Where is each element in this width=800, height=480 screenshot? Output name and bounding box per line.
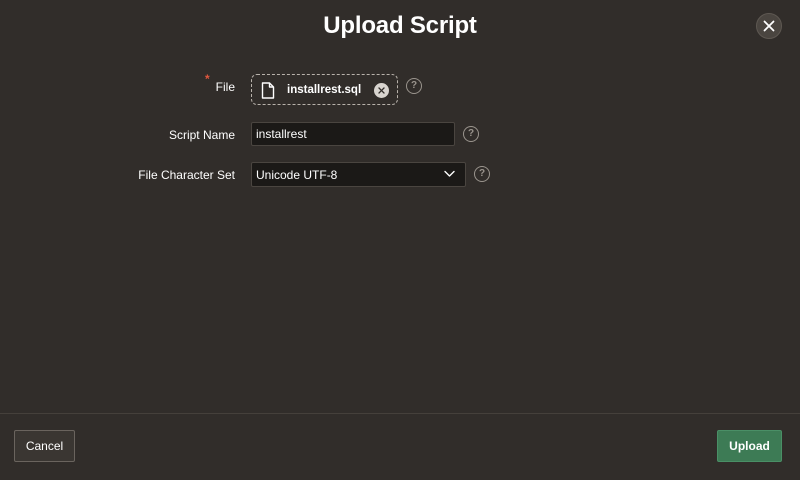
charset-help-icon[interactable]: ? [474, 166, 490, 182]
close-button[interactable] [756, 13, 782, 39]
file-icon [261, 82, 275, 99]
required-marker: * [205, 72, 210, 86]
remove-icon [378, 87, 385, 94]
file-help-icon[interactable]: ? [406, 78, 422, 94]
close-icon [763, 20, 775, 32]
chevron-down-icon [444, 170, 455, 177]
cancel-button[interactable]: Cancel [14, 430, 75, 462]
charset-select[interactable]: Unicode UTF-8 [251, 162, 466, 187]
script-name-help-icon[interactable]: ? [463, 126, 479, 142]
file-dropzone[interactable]: installrest.sql [251, 74, 398, 105]
clear-file-button[interactable] [374, 83, 389, 98]
upload-button[interactable]: Upload [717, 430, 782, 462]
footer-divider [0, 413, 800, 414]
file-label: File [215, 80, 235, 94]
script-name-label: Script Name [168, 128, 235, 142]
dialog-title: Upload Script [323, 12, 477, 39]
charset-selected-value: Unicode UTF-8 [256, 168, 338, 182]
upload-script-dialog: Upload Script * File installrest.sql ? S… [0, 0, 800, 480]
charset-label: File Character Set [138, 168, 235, 182]
file-name: installrest.sql [287, 84, 362, 96]
script-name-input[interactable] [251, 122, 455, 146]
